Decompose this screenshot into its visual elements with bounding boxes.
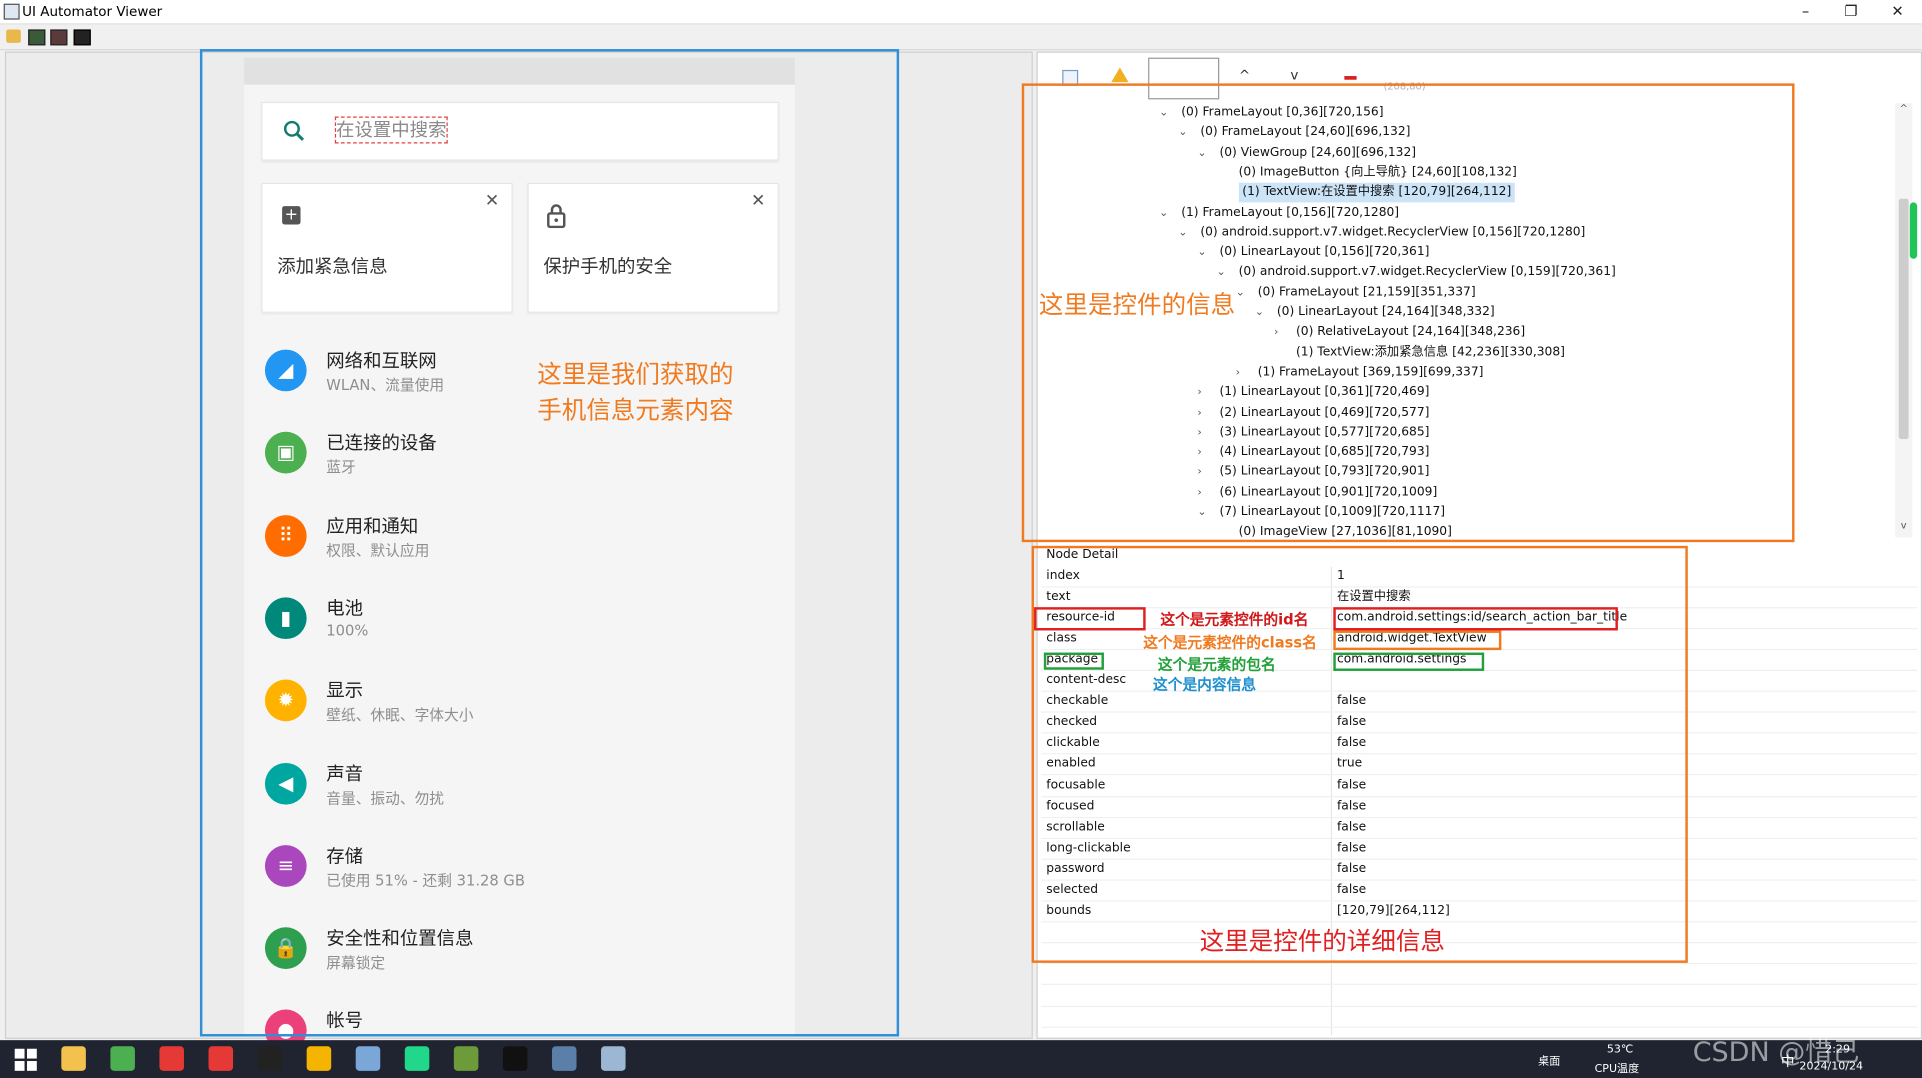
tool-icon[interactable] — [453, 1046, 479, 1071]
color-app-icon[interactable] — [306, 1046, 332, 1071]
windows-start-icon[interactable] — [12, 1046, 37, 1071]
scroll-indicator — [1909, 202, 1918, 259]
main-toolbar — [0, 24, 1922, 51]
open-folder-icon[interactable] — [6, 29, 21, 43]
tree-highlight-box — [1021, 83, 1795, 543]
scroll-down-icon[interactable]: v — [1895, 520, 1912, 531]
tree-scrollbar-thumb[interactable] — [1898, 198, 1909, 440]
file-explorer-icon[interactable] — [61, 1046, 86, 1071]
device-screenshot-compressed-icon[interactable] — [50, 29, 68, 46]
chevron-up-icon[interactable]: ^ — [1239, 67, 1250, 83]
warning-icon[interactable] — [1111, 67, 1129, 83]
detail-row-empty — [1041, 1005, 1918, 1028]
uiautomator-icon[interactable] — [551, 1046, 577, 1071]
tree-scrollbar[interactable]: ^ v — [1895, 103, 1913, 538]
netease-music-icon[interactable] — [208, 1046, 234, 1071]
detail-row-empty — [1041, 984, 1918, 1007]
detail-highlight-box — [1031, 545, 1688, 963]
scroll-up-icon[interactable]: ^ — [1895, 103, 1912, 114]
title-bar: UI Automator Viewer – ❐ ✕ — [0, 0, 1922, 25]
maximize-button[interactable]: ❐ — [1828, 0, 1875, 23]
chevron-down-icon[interactable]: v — [1290, 67, 1298, 83]
pycharm-icon[interactable] — [404, 1046, 430, 1071]
paint-icon[interactable] — [601, 1046, 626, 1071]
cpu-temp: 53℃ — [1606, 1043, 1634, 1057]
desktop-label[interactable]: 桌面 — [1538, 1052, 1560, 1068]
watermark: CSDN @惜己 — [1692, 1037, 1860, 1069]
close-button[interactable]: ✕ — [1874, 0, 1921, 23]
minimize-button[interactable]: – — [1782, 0, 1829, 23]
remote-desktop-icon[interactable] — [355, 1046, 381, 1071]
browser-icon[interactable] — [110, 1046, 135, 1071]
device-screenshot-icon[interactable] — [28, 29, 46, 46]
detail-row-empty — [1041, 963, 1918, 986]
window-title: UI Automator Viewer — [22, 3, 163, 20]
typora-icon[interactable] — [257, 1046, 283, 1071]
save-icon[interactable] — [73, 29, 91, 46]
app-icon — [3, 3, 20, 20]
clear-icon[interactable] — [1344, 76, 1357, 80]
phone-highlight-box — [199, 49, 900, 1037]
terminal-icon[interactable] — [502, 1046, 528, 1071]
cpu-label: CPU温度 — [1594, 1063, 1640, 1076]
wps-icon[interactable] — [159, 1046, 184, 1071]
